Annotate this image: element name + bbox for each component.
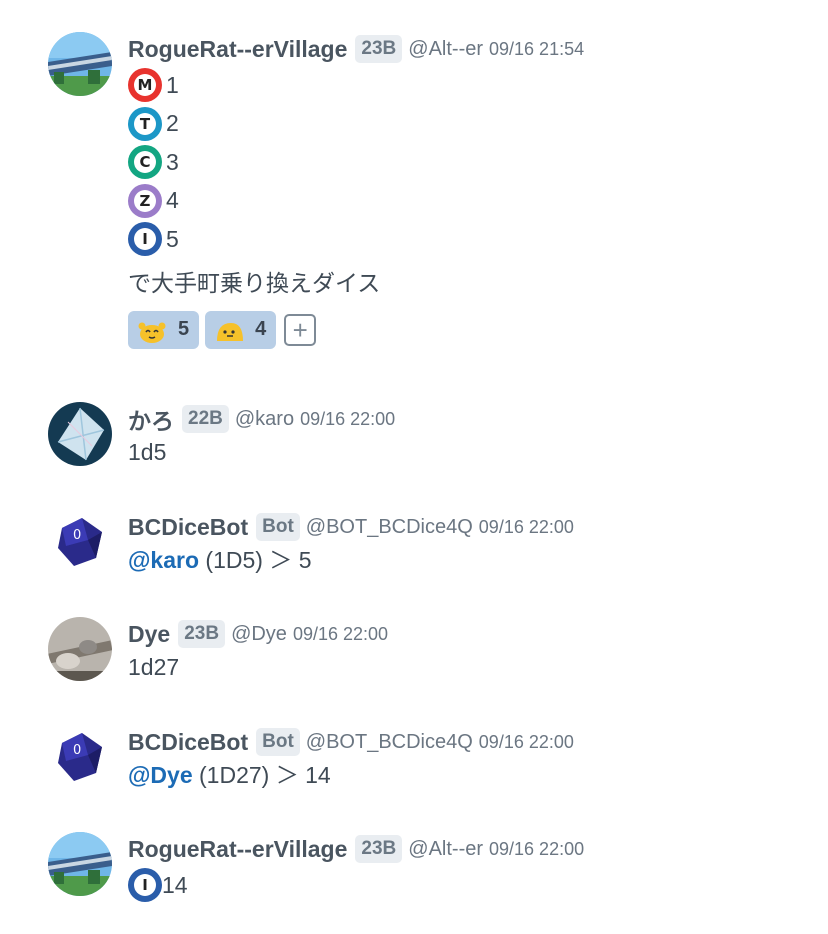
user-handle: @Alt--er [408,837,484,860]
timestamp: 09/16 22:00 [478,731,574,752]
message-text: で大手町乗り換えダイス [128,269,381,296]
tokyo-metro-chiyoda-icon: C [128,145,162,180]
avatar-train-station-image [48,832,112,896]
avatar-crystal-image [48,402,112,466]
bot-badge: Bot [256,513,300,541]
reaction-count: 4 [255,318,267,340]
grade-badge: 22B [182,405,229,433]
username[interactable]: Dye [128,621,170,648]
reactions: 5 4 + [128,310,818,349]
username[interactable]: RogueRat--erVillage [128,836,347,863]
dice-bot-avatar-icon: 0 [58,733,102,781]
plus-icon: + [292,314,308,345]
avatar[interactable]: 0 [48,725,112,789]
dice-result: (1D5) ＞ 5 [199,547,312,573]
message-line: I 14 [128,866,818,905]
user-mention[interactable]: @Dye [128,762,193,788]
avatar[interactable] [48,32,112,96]
timestamp: 09/16 22:00 [489,838,585,859]
yellow-blob-sleepy-icon [217,322,244,341]
username[interactable]: かろ [128,402,174,436]
message-line: M 1 [128,66,818,105]
message-text: 1d5 [128,439,167,465]
username[interactable]: BCDiceBot [128,514,248,541]
line-text: 3 [166,148,179,175]
avatar[interactable]: 0 [48,510,112,574]
line-text: 4 [166,187,179,214]
tokyo-metro-marunouchi-icon: M [128,68,162,103]
avatar[interactable] [48,617,112,681]
grade-badge: 23B [178,620,226,648]
bot-badge: Bot [256,728,300,756]
avatar-train-station-image [48,32,112,96]
message-text: @Dye (1D27) ＞ 14 [128,759,818,791]
reaction-button[interactable]: 4 [205,310,277,349]
avatar-squirrel-photo [48,617,112,681]
line-text: 2 [166,110,179,137]
user-handle: @karo [234,407,295,430]
toei-mita-icon: I [128,222,162,257]
message-line: C 3 [128,143,818,182]
message-line: I 5 [128,220,818,259]
timestamp: 09/16 22:00 [300,408,396,429]
toei-mita-icon: I [128,868,162,903]
timestamp: 09/16 22:00 [478,516,574,537]
line-text: 1 [166,71,179,98]
yellow-blob-cheer-icon [138,322,166,343]
message-line: T 2 [128,105,818,144]
avatar[interactable] [48,832,112,896]
tokyo-metro-hanzomon-icon: Z [128,183,162,218]
line-text: 5 [166,225,179,252]
user-handle: @BOT_BCDice4Q [305,515,473,538]
message-text: @karo (1D5) ＞ 5 [128,544,818,576]
dice-result: (1D27) ＞ 14 [192,762,331,788]
add-reaction-button[interactable]: + [284,313,317,346]
timestamp: 09/16 21:54 [489,38,585,59]
user-handle: @Alt--er [408,37,484,60]
message-text: 1d27 [128,654,180,680]
svg-text:0: 0 [73,528,81,543]
username[interactable]: RogueRat--erVillage [128,36,347,63]
svg-text:0: 0 [73,743,81,758]
user-mention[interactable]: @karo [128,547,199,573]
dice-bot-avatar-icon: 0 [58,518,102,566]
username[interactable]: BCDiceBot [128,729,248,756]
avatar[interactable] [48,402,112,466]
reaction-count: 5 [178,318,190,340]
grade-badge: 23B [355,35,403,63]
message-line: Z 4 [128,182,818,221]
reaction-button[interactable]: 5 [128,310,200,349]
grade-badge: 23B [355,835,403,863]
tokyo-metro-tozai-icon: T [128,106,162,141]
user-handle: @BOT_BCDice4Q [305,730,473,753]
timestamp: 09/16 22:00 [292,623,389,644]
line-text: 14 [162,871,188,898]
user-handle: @Dye [231,622,287,645]
